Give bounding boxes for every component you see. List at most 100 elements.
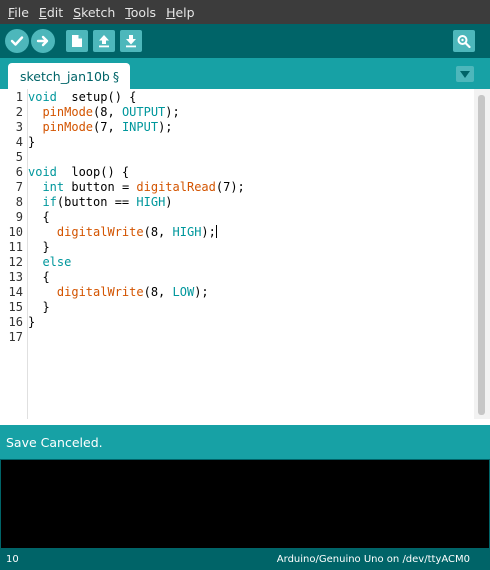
line-number: 7 bbox=[15, 180, 23, 194]
save-button[interactable] bbox=[120, 30, 142, 52]
code-token: } bbox=[28, 240, 50, 254]
code-line: pinMode(7, INPUT); bbox=[28, 120, 173, 135]
line-number: 14 bbox=[8, 285, 23, 299]
line-number: 5 bbox=[15, 150, 23, 164]
tab-modified-marker: § bbox=[112, 68, 120, 84]
code-token: if bbox=[42, 195, 57, 209]
code-token: digitalWrite bbox=[56, 285, 144, 299]
text-caret bbox=[215, 225, 217, 238]
check-icon bbox=[10, 36, 24, 46]
upload-button[interactable] bbox=[31, 29, 55, 53]
arrow-right-icon bbox=[36, 35, 49, 47]
new-sketch-button[interactable] bbox=[66, 30, 88, 52]
code-editor[interactable]: 1 2 3 4 5 6 7 8 9 10 11 12 13 14 15 16 17 void setup() {… bbox=[0, 89, 490, 419]
code-token: (button == bbox=[56, 195, 137, 209]
open-button[interactable] bbox=[93, 30, 115, 52]
tab-label: sketch_jan10b bbox=[20, 68, 110, 84]
menu-item-sketch[interactable]: Sketch bbox=[69, 5, 119, 20]
code-token: { bbox=[28, 210, 50, 224]
current-line-number: 10 bbox=[6, 554, 19, 565]
tab-sketch[interactable]: sketch_jan10b § bbox=[8, 63, 130, 89]
vertical-scrollbar[interactable] bbox=[474, 89, 490, 419]
line-number: 9 bbox=[15, 210, 23, 224]
menu-label-rest: elp bbox=[175, 4, 195, 20]
status-bar: Save Canceled. bbox=[0, 425, 490, 459]
code-token: } bbox=[28, 315, 36, 329]
menu-label-rest: ools bbox=[130, 4, 157, 20]
code-line: } bbox=[28, 240, 50, 255]
code-token: ); bbox=[158, 120, 173, 134]
code-token: OUTPUT bbox=[121, 105, 166, 119]
line-number-gutter: 1 2 3 4 5 6 7 8 9 10 11 12 13 14 15 16 17 bbox=[0, 89, 28, 419]
code-line: { bbox=[28, 270, 49, 285]
toolbar bbox=[0, 24, 490, 58]
menu-mnemonic: S bbox=[73, 4, 82, 20]
arrow-down-icon bbox=[126, 35, 136, 48]
code-area[interactable]: void setup() { pinMode(8, OUTPUT); pinMo… bbox=[28, 89, 474, 419]
verify-button[interactable] bbox=[5, 29, 29, 53]
code-line: } bbox=[28, 315, 35, 330]
line-number: 15 bbox=[8, 300, 23, 314]
line-number: 1 bbox=[15, 90, 23, 104]
magnifier-icon bbox=[457, 35, 471, 48]
menu-item-edit[interactable]: Edit bbox=[35, 5, 67, 20]
code-line: digitalWrite(8, LOW); bbox=[28, 285, 209, 300]
code-token: void bbox=[28, 90, 57, 104]
code-token: pinMode bbox=[42, 120, 94, 134]
line-number: 17 bbox=[8, 330, 23, 344]
code-line: if(button == HIGH) bbox=[28, 195, 173, 210]
code-token: else bbox=[42, 255, 72, 269]
serial-monitor-button[interactable] bbox=[453, 30, 475, 52]
footer-bar: 10 Arduino/Genuino Uno on /dev/ttyACM0 bbox=[0, 549, 490, 570]
line-number: 13 bbox=[8, 270, 23, 284]
code-token: digitalRead bbox=[136, 180, 216, 194]
code-token: (8, bbox=[143, 225, 173, 239]
code-token: LOW bbox=[172, 285, 195, 299]
arrow-up-icon bbox=[99, 35, 109, 48]
code-token: button = bbox=[64, 180, 137, 194]
line-number: 8 bbox=[15, 195, 23, 209]
code-line: pinMode(8, OUTPUT); bbox=[28, 105, 179, 120]
code-token: ) bbox=[165, 195, 173, 209]
code-token: INPUT bbox=[121, 120, 159, 134]
code-line: } bbox=[28, 300, 50, 315]
code-token: (7); bbox=[215, 180, 245, 194]
line-number: 4 bbox=[15, 135, 23, 149]
code-token: HIGH bbox=[172, 225, 202, 239]
line-number: 11 bbox=[8, 240, 23, 254]
code-token: ); bbox=[194, 285, 209, 299]
code-token: loop() { bbox=[56, 165, 130, 179]
code-token: HIGH bbox=[136, 195, 166, 209]
menu-item-file[interactable]: File bbox=[4, 5, 33, 20]
code-line: void loop() { bbox=[28, 165, 129, 180]
code-line: else bbox=[28, 255, 71, 270]
document-icon bbox=[72, 35, 82, 47]
code-token: int bbox=[42, 180, 65, 194]
menu-item-tools[interactable]: Tools bbox=[121, 5, 160, 20]
board-port-label: Arduino/Genuino Uno on /dev/ttyACM0 bbox=[276, 554, 470, 565]
code-token: setup() { bbox=[56, 90, 137, 104]
line-number: 6 bbox=[15, 165, 23, 179]
scrollbar-thumb[interactable] bbox=[478, 95, 485, 415]
tab-menu-button[interactable] bbox=[456, 66, 474, 82]
code-line: { bbox=[28, 210, 50, 225]
chevron-down-icon bbox=[460, 70, 470, 78]
console-output[interactable] bbox=[0, 459, 490, 549]
line-number: 12 bbox=[8, 255, 23, 269]
code-token: } bbox=[28, 300, 50, 314]
code-line: } bbox=[28, 135, 35, 150]
code-line: int button = digitalRead(7); bbox=[28, 180, 245, 195]
menu-bar: File Edit Sketch Tools Help bbox=[0, 0, 490, 24]
line-number: 10 bbox=[8, 225, 23, 239]
line-number: 3 bbox=[15, 120, 23, 134]
code-line: digitalWrite(8, HIGH); bbox=[28, 225, 217, 240]
line-number: 16 bbox=[8, 315, 23, 329]
menu-item-help[interactable]: Help bbox=[162, 5, 199, 20]
